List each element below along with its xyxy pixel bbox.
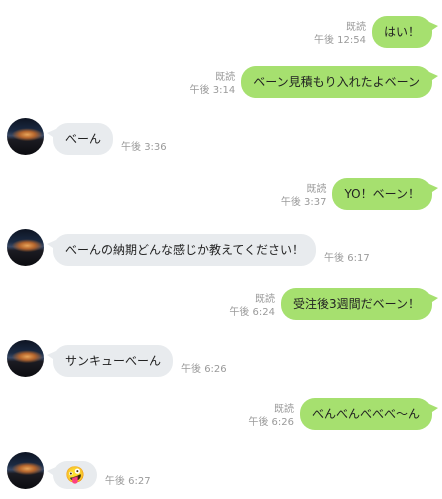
timestamp: 午後 3:14 [189,85,236,96]
message-meta: 午後 6:17 [324,252,370,265]
timestamp: 午後 6:26 [248,417,294,428]
timestamp: 午後 3:37 [280,197,327,208]
message-meta: 既読 午後 12:54 [314,21,366,47]
message-bubble-incoming[interactable]: サンキューべーん [46,345,174,377]
message-meta: 午後 6:26 [181,363,227,376]
timestamp: 午後 6:27 [104,476,151,487]
timestamp: 午後 12:54 [313,35,366,46]
message-row-incoming: 🤪 午後 6:27 [7,452,151,489]
sender-avatar[interactable] [7,118,44,155]
chat-conversation: 既読 午後 12:54 はい！ 既読 午後 3:14 ベーン見積もり入れたよベー… [0,0,442,499]
read-receipt: 既読 [215,72,236,83]
message-bubble-incoming[interactable]: べーんの納期どんな感じか教えてください！ [46,234,317,266]
read-receipt: 既読 [306,184,327,195]
message-meta: 午後 6:27 [105,475,151,488]
message-row-outgoing: 既読 午後 6:24 受注後3週間だベーン！ [229,288,439,320]
message-meta: 午後 3:36 [121,141,167,154]
sender-avatar[interactable] [7,229,44,266]
read-receipt: 既読 [254,294,275,305]
message-row-outgoing: 既読 午後 6:26 べんべんべべべ〜ん [248,398,439,430]
message-bubble-incoming[interactable]: べーん [46,123,114,155]
message-bubble-outgoing[interactable]: 受注後3週間だベーン！ [280,288,439,320]
message-row-outgoing: 既読 午後 3:37 YO！ベーン！ [281,178,438,210]
timestamp: 午後 6:26 [181,364,227,375]
message-meta: 既読 午後 6:26 [248,403,294,429]
message-meta: 既読 午後 6:24 [229,293,275,319]
timestamp: 午後 6:17 [324,253,370,264]
read-receipt: 既読 [273,404,294,415]
message-bubble-outgoing[interactable]: はい！ [371,16,439,48]
read-receipt: 既読 [345,22,366,33]
message-bubble-outgoing[interactable]: ベーン見積もり入れたよベーン [241,66,438,98]
message-meta: 既読 午後 3:37 [281,183,327,209]
message-row-incoming: サンキューべーん 午後 6:26 [7,340,227,377]
sender-avatar[interactable] [7,452,44,489]
message-bubble-outgoing[interactable]: YO！ベーン！ [332,178,438,210]
sender-avatar[interactable] [7,340,44,377]
message-row-incoming: べーん 午後 3:36 [7,118,167,155]
message-row-incoming: べーんの納期どんな感じか教えてください！ 午後 6:17 [7,229,370,266]
message-bubble-outgoing[interactable]: べんべんべべべ〜ん [299,398,439,430]
message-meta: 既読 午後 3:14 [190,71,236,97]
timestamp: 午後 3:36 [121,142,167,153]
message-row-outgoing: 既読 午後 12:54 はい！ [314,16,439,48]
timestamp: 午後 6:24 [229,307,275,318]
message-row-outgoing: 既読 午後 3:14 ベーン見積もり入れたよベーン [190,66,438,98]
message-bubble-incoming-emoji[interactable]: 🤪 [47,461,97,489]
